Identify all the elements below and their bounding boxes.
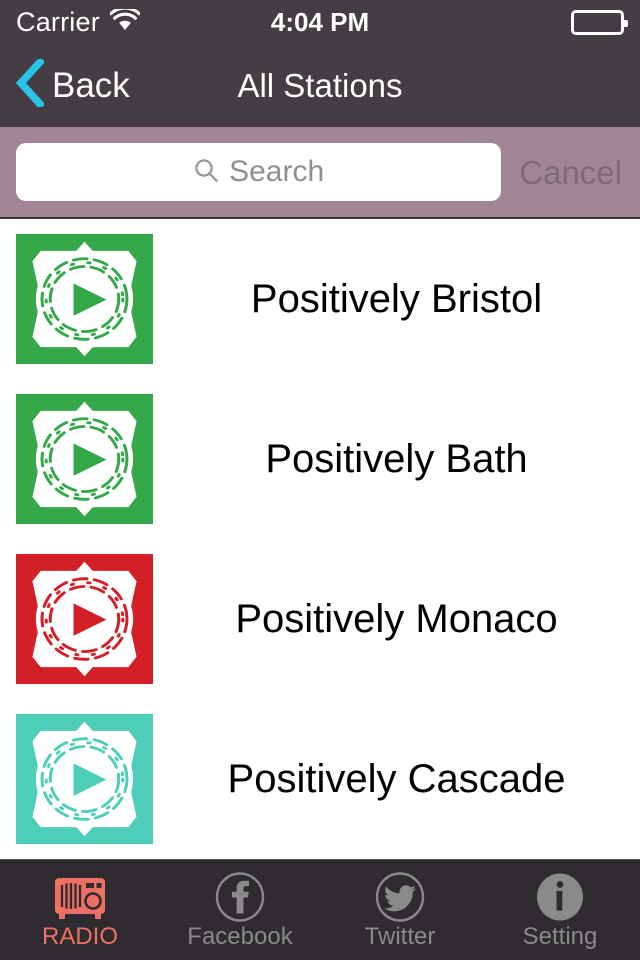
- status-bar: Carrier 4:04 PM: [0, 0, 640, 44]
- station-name: Positively Bristol: [250, 277, 543, 321]
- station-logo: [16, 714, 153, 844]
- station-logo: [16, 234, 153, 364]
- chevron-left-icon: [15, 56, 46, 112]
- tab-setting[interactable]: Setting: [480, 860, 640, 960]
- tab-twitter[interactable]: Twitter: [320, 860, 480, 960]
- search-bar: Search Cancel: [0, 127, 640, 219]
- station-name: Positively Cascade: [227, 757, 566, 801]
- station-logo: [16, 554, 153, 684]
- cancel-button[interactable]: Cancel: [501, 156, 624, 189]
- tab-setting-label: Setting: [522, 922, 598, 950]
- tab-facebook[interactable]: Facebook: [160, 860, 320, 960]
- back-button[interactable]: Back: [0, 56, 130, 112]
- tab-radio-label: RADIO: [41, 922, 118, 950]
- radio-icon: [52, 872, 108, 922]
- info-icon: [535, 872, 585, 922]
- facebook-icon: [215, 871, 265, 922]
- station-logo: [16, 394, 153, 524]
- list-item[interactable]: Positively Monaco: [0, 539, 640, 699]
- wifi-icon: [109, 6, 141, 36]
- search-input[interactable]: Search: [16, 143, 502, 201]
- list-item[interactable]: Positively Cascade: [0, 699, 640, 859]
- station-name: Positively Bath: [265, 437, 528, 481]
- list-item[interactable]: Positively Bristol: [0, 219, 640, 379]
- navigation-bar: Back All Stations: [0, 44, 640, 127]
- search-icon: [193, 157, 219, 188]
- status-bar-right: [571, 9, 628, 35]
- tab-bar: RADIO Facebook Twitter Setting: [0, 859, 640, 960]
- back-button-label: Back: [52, 66, 130, 105]
- list-item[interactable]: Positively Bath: [0, 379, 640, 539]
- tab-facebook-label: Facebook: [187, 922, 293, 950]
- search-placeholder: Search: [229, 155, 325, 188]
- tab-twitter-label: Twitter: [364, 922, 436, 950]
- status-bar-left: Carrier: [16, 6, 141, 37]
- tab-radio[interactable]: RADIO: [0, 860, 160, 960]
- battery-icon: [571, 9, 628, 35]
- station-list: Positively Bristol Positively Bath Posit…: [0, 219, 640, 859]
- twitter-icon: [375, 871, 425, 922]
- app-screen: Carrier 4:04 PM Back All Stations Search…: [0, 0, 640, 960]
- station-name: Positively Monaco: [235, 597, 558, 641]
- carrier-label: Carrier: [16, 6, 100, 37]
